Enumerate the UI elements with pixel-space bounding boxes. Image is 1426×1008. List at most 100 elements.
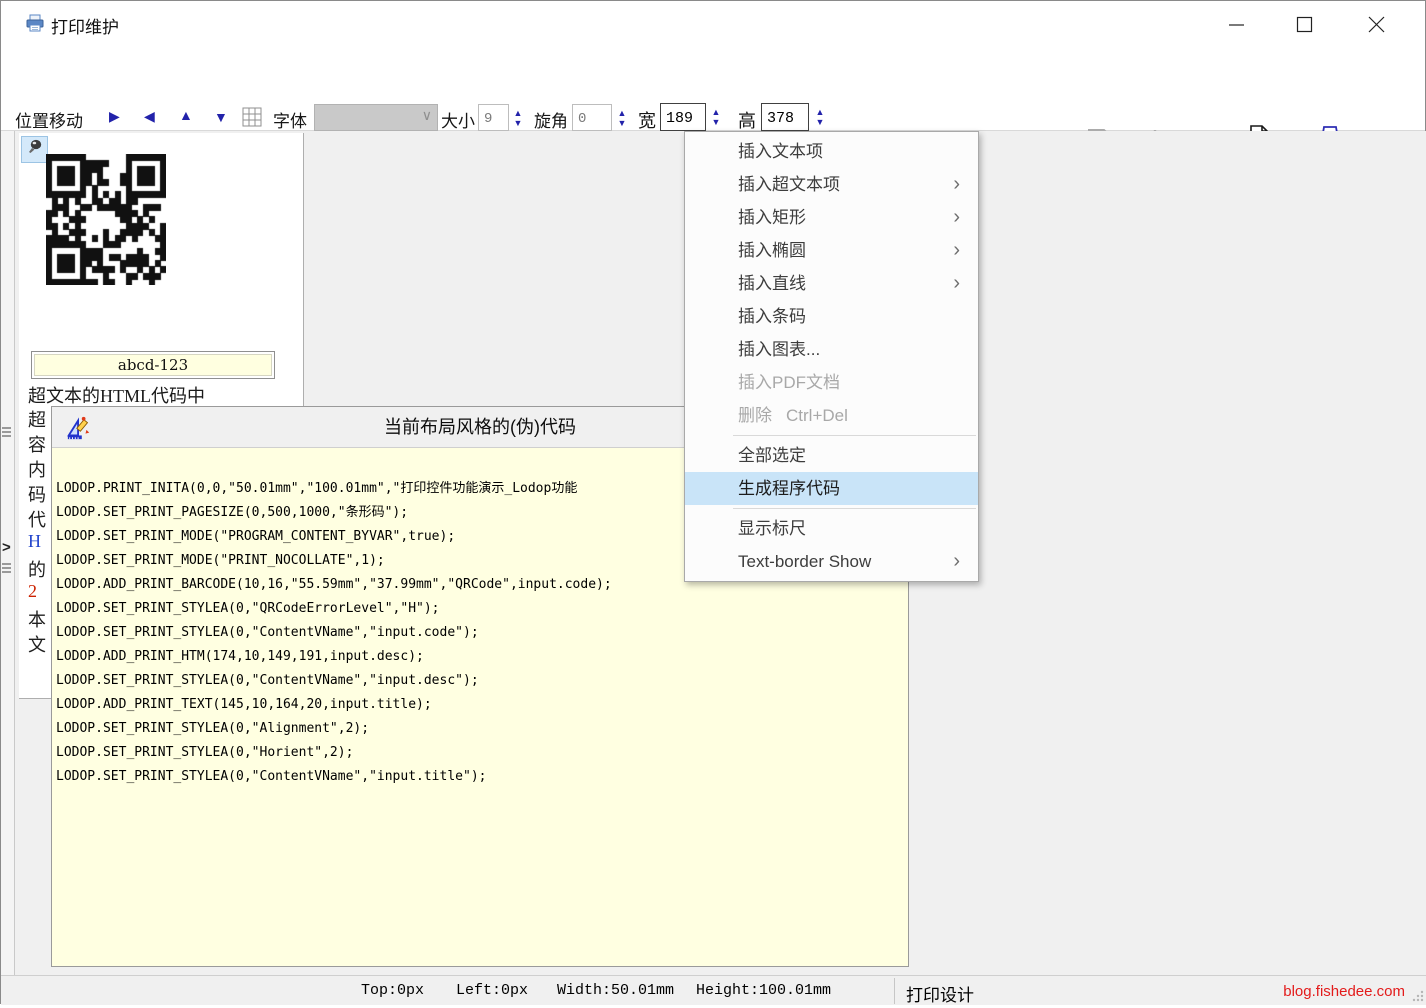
- menu-item[interactable]: 全部选定: [685, 439, 978, 472]
- pushpin-icon: [26, 138, 44, 161]
- html-text-char: 本: [28, 606, 52, 631]
- height-stepper[interactable]: ▲ ▼: [813, 103, 827, 130]
- spin-up-icon[interactable]: ▲: [618, 108, 627, 118]
- watermark-link: blog.fishedee.com: [1283, 983, 1405, 1000]
- size-input[interactable]: [478, 104, 509, 131]
- status-separator: [894, 978, 895, 1004]
- code-line: LODOP.SET_PRINT_STYLEA(0,"ContentVName",…: [56, 765, 908, 789]
- spin-up-icon[interactable]: ▲: [816, 107, 825, 117]
- position-move-label: 位置移动: [15, 107, 83, 132]
- selection-anchor[interactable]: [21, 136, 48, 163]
- html-text-char: 的: [28, 556, 52, 581]
- spin-down-icon[interactable]: ▼: [618, 118, 627, 128]
- collapsed-panel-strip: >: [1, 131, 15, 975]
- html-text-char: 容: [28, 431, 52, 456]
- status-mode: 打印设计: [906, 981, 974, 1006]
- menu-separator: [733, 435, 976, 436]
- status-left: Left:0px: [456, 982, 528, 999]
- menu-item-shortcut: Ctrl+Del: [786, 406, 848, 425]
- close-button[interactable]: [1353, 1, 1399, 47]
- resize-grip[interactable]: [1411, 989, 1425, 1003]
- menu-item[interactable]: 删除 Ctrl+Del: [685, 399, 978, 432]
- minimize-button[interactable]: [1213, 1, 1259, 47]
- status-bar: Top:0px Left:0px Width:50.01mm Height:10…: [1, 975, 1426, 1005]
- menu-item-label: 插入超文本项: [738, 175, 840, 194]
- submenu-arrow-icon: ›: [953, 267, 960, 300]
- rotation-input[interactable]: [572, 104, 612, 131]
- chevron-down-icon: ∨: [422, 107, 432, 124]
- height-input[interactable]: [761, 103, 809, 131]
- html-text-object[interactable]: 超文本的HTML代码中: [28, 382, 300, 408]
- move-left-button[interactable]: ◀: [144, 108, 155, 125]
- menu-item-label: Text-border Show: [738, 552, 871, 571]
- html-text-char: 2: [28, 581, 52, 606]
- font-label: 字体: [273, 107, 307, 132]
- spin-down-icon[interactable]: ▼: [712, 117, 721, 127]
- menu-item[interactable]: 插入超文本项›: [685, 168, 978, 201]
- code-line: LODOP.ADD_PRINT_HTM(174,10,149,191,input…: [56, 645, 908, 669]
- menu-item-label: 插入文本项: [738, 142, 823, 161]
- html-text-char: H: [28, 531, 52, 556]
- html-text-char: 文: [28, 631, 52, 656]
- spin-down-icon[interactable]: ▼: [816, 117, 825, 127]
- set-square-icon: [66, 415, 92, 446]
- code-line: LODOP.SET_PRINT_STYLEA(0,"QRCodeErrorLev…: [56, 597, 908, 621]
- code-line: LODOP.SET_PRINT_STYLEA(0,"Horient",2);: [56, 741, 908, 765]
- menu-item[interactable]: 插入直线 ›: [685, 267, 978, 300]
- menu-item-label: 插入条码: [738, 307, 806, 326]
- maximize-button[interactable]: [1281, 1, 1327, 47]
- spin-up-icon[interactable]: ▲: [712, 107, 721, 117]
- qr-code-object[interactable]: [46, 154, 166, 285]
- menu-item[interactable]: 插入条码: [685, 300, 978, 333]
- status-width: Width:50.01mm: [557, 982, 674, 999]
- menu-item[interactable]: 插入PDF文档: [685, 366, 978, 399]
- panel-expand-chevron-icon[interactable]: >: [2, 539, 11, 556]
- menu-item[interactable]: 插入图表...: [685, 333, 978, 366]
- spin-up-icon[interactable]: ▲: [514, 108, 523, 118]
- menu-item[interactable]: Text-border Show ›: [685, 545, 978, 578]
- title-bar[interactable]: 打印维护: [1, 1, 1425, 47]
- menu-item[interactable]: 插入矩形›: [685, 201, 978, 234]
- code-line: LODOP.SET_PRINT_STYLEA(0,"Alignment",2);: [56, 717, 908, 741]
- barcode-text-field[interactable]: abcd-123: [31, 351, 275, 379]
- grid-icon[interactable]: [242, 107, 262, 132]
- menu-item-label: 插入PDF文档: [738, 373, 840, 392]
- toolbar: 位置移动 ▶ ◀ ▲ ▼ 字体 ∨ 大小 ▲ ▼ 旋角 ▲ ▼ 宽: [1, 47, 1425, 131]
- menu-item-label: 删除: [738, 406, 772, 425]
- design-workspace: > abcd-123 超文本的HTML代码中 超容内码代H的2本文: [1, 131, 1426, 975]
- menu-item-label: 插入椭圆: [738, 241, 806, 260]
- move-up-button[interactable]: ▲: [179, 107, 193, 123]
- height-label: 高: [738, 107, 756, 133]
- menu-item[interactable]: 生成程序代码: [685, 472, 978, 505]
- font-select[interactable]: ∨: [314, 104, 438, 131]
- menu-item[interactable]: 插入椭圆 ›: [685, 234, 978, 267]
- move-right-button[interactable]: ▶: [109, 108, 120, 125]
- size-stepper[interactable]: ▲ ▼: [511, 104, 525, 131]
- html-text-wrapped-column[interactable]: 超容内码代H的2本文: [28, 406, 52, 656]
- panel-grip-icon: [2, 427, 11, 439]
- submenu-arrow-icon: ›: [953, 234, 960, 267]
- app-window: 打印维护 位置移动 ▶ ◀ ▲ ▼ 字体 ∨ 大小: [0, 0, 1426, 1004]
- move-down-button[interactable]: ▼: [214, 109, 228, 125]
- menu-item-label: 插入矩形: [738, 208, 806, 227]
- code-line: LODOP.ADD_PRINT_TEXT(145,10,164,20,input…: [56, 693, 908, 717]
- menu-item-label: 插入直线: [738, 274, 806, 293]
- rotation-stepper[interactable]: ▲ ▼: [615, 104, 629, 131]
- html-text-char: 码: [28, 481, 52, 506]
- width-label: 宽: [638, 107, 656, 133]
- spin-down-icon[interactable]: ▼: [514, 118, 523, 128]
- code-line: LODOP.SET_PRINT_STYLEA(0,"ContentVName",…: [56, 621, 908, 645]
- code-line: LODOP.SET_PRINT_STYLEA(0,"ContentVName",…: [56, 669, 908, 693]
- menu-item[interactable]: 插入文本项: [685, 135, 978, 168]
- menu-item-label: 显示标尺: [738, 519, 806, 538]
- panel-grip-icon: [2, 563, 11, 575]
- submenu-arrow-icon: ›: [953, 545, 960, 578]
- width-stepper[interactable]: ▲ ▼: [709, 103, 723, 130]
- width-input[interactable]: [660, 103, 706, 131]
- printer-app-icon: [25, 14, 45, 38]
- size-label: 大小: [441, 107, 475, 132]
- menu-item-label: 全部选定: [738, 446, 806, 465]
- menu-item[interactable]: 显示标尺: [685, 512, 978, 545]
- menu-separator: [733, 508, 976, 509]
- window-title: 打印维护: [51, 13, 119, 38]
